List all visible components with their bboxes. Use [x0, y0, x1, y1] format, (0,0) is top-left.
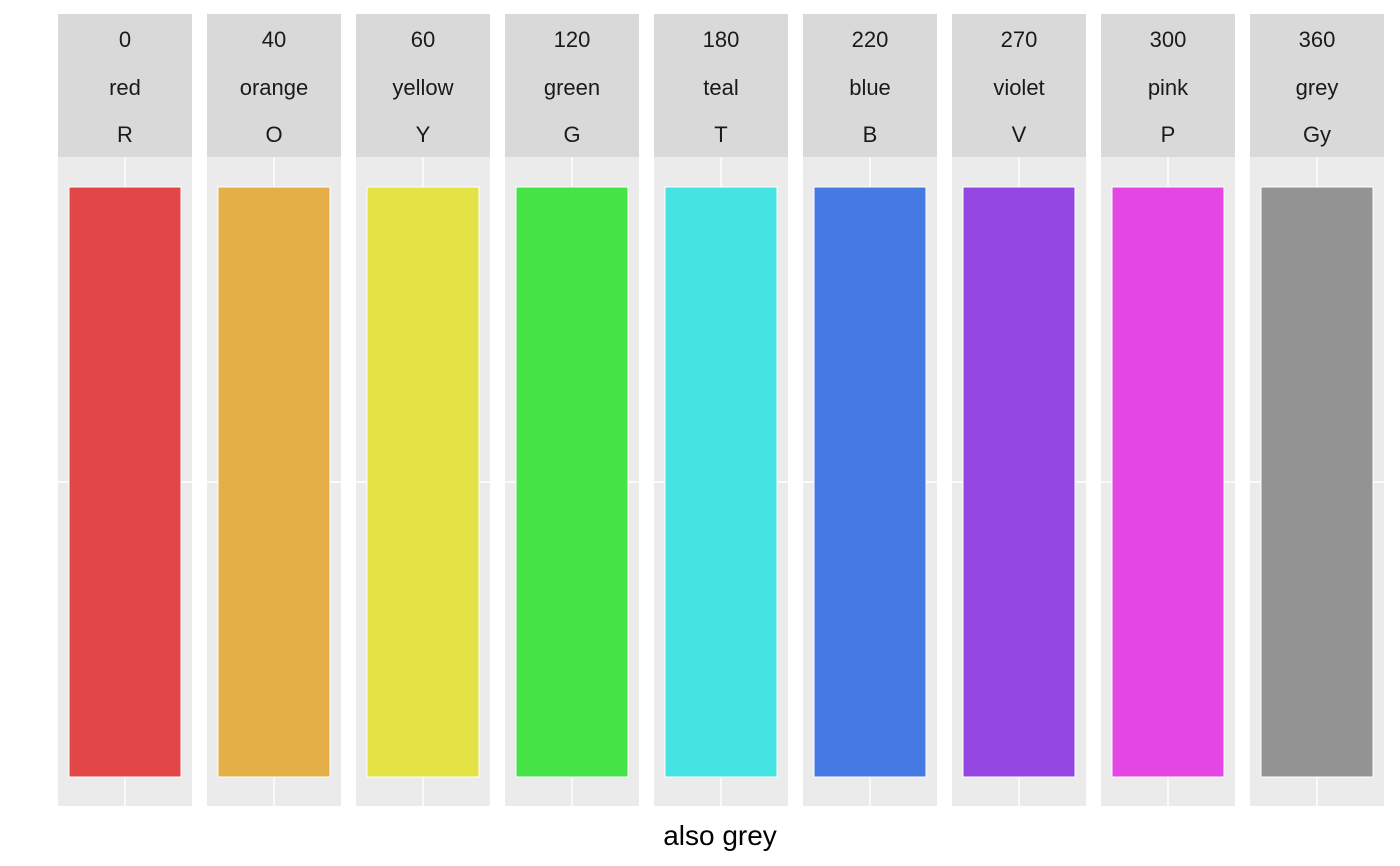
strip-hue-label: 40 [262, 27, 286, 52]
strip-name-label: grey [1296, 75, 1339, 100]
strip-code-label: Gy [1303, 122, 1331, 147]
facet-green: 120 green G [505, 14, 639, 806]
bar-pink [1111, 186, 1225, 778]
bar-red [68, 186, 182, 778]
strip-hue-label: 120 [554, 27, 591, 52]
strip-name-label: pink [1148, 75, 1189, 100]
facet-pink: 300 pink P [1101, 14, 1235, 806]
facet-violet: 270 violet V [952, 14, 1086, 806]
strip-code-label: O [265, 122, 282, 147]
facet-blue: 220 blue B [803, 14, 937, 806]
bar-grey [1260, 186, 1374, 778]
facet-teal: 180 teal T [654, 14, 788, 806]
strip-hue-label: 270 [1001, 27, 1038, 52]
strip-hue-label: 220 [852, 27, 889, 52]
strip-code-label: T [714, 122, 727, 147]
strip-hue-label: 360 [1299, 27, 1336, 52]
bar-violet [962, 186, 1076, 778]
facet-red: 0 red R [58, 14, 192, 806]
strip-hue-label: 300 [1150, 27, 1187, 52]
strip-name-label: orange [240, 75, 309, 100]
strip-name-label: teal [703, 75, 738, 100]
faceted-color-chart: 0 red R 40 orange O 60 yellow Y 120 green G 180 teal T… [58, 14, 1384, 851]
strip-code-label: Y [416, 122, 431, 147]
bar-yellow [366, 186, 480, 778]
strip-code-label: P [1161, 122, 1176, 147]
facet-orange: 40 orange O [207, 14, 341, 806]
strip-hue-label: 180 [703, 27, 740, 52]
facet-panels: 0 red R 40 orange O 60 yellow Y 120 green G 180 teal T… [58, 14, 1384, 806]
bar-green [515, 186, 629, 778]
bar-blue [813, 186, 927, 778]
strip-name-label: green [544, 75, 600, 100]
strip-hue-label: 0 [119, 27, 131, 52]
bar-orange [217, 186, 331, 778]
strip-code-label: G [563, 122, 580, 147]
strip-code-label: B [863, 122, 878, 147]
x-axis-title: also grey [663, 820, 777, 851]
strip-name-label: yellow [392, 75, 453, 100]
bar-teal [664, 186, 778, 778]
strip-name-label: blue [849, 75, 891, 100]
strip-name-label: red [109, 75, 141, 100]
strip-name-label: violet [993, 75, 1044, 100]
strip-code-label: R [117, 122, 133, 147]
strip-hue-label: 60 [411, 27, 435, 52]
facet-grey: 360 grey Gy [1250, 14, 1384, 806]
strip-code-label: V [1012, 122, 1027, 147]
facet-yellow: 60 yellow Y [356, 14, 490, 806]
